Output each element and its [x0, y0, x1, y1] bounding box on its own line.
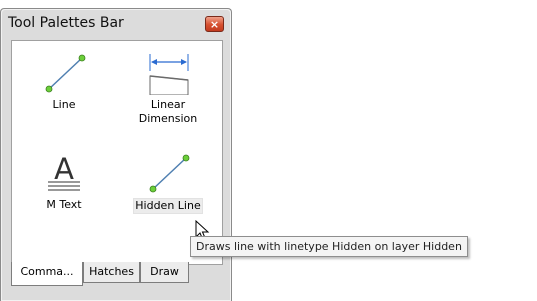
- tool-palettes-window: Tool Palettes Bar × Line Linear Dimensio…: [0, 8, 232, 301]
- tool-linear-dimension-label: Linear Dimension: [138, 98, 198, 125]
- tooltip-text: Draws line with linetype Hidden on layer…: [196, 240, 462, 253]
- window-title: Tool Palettes Bar: [8, 15, 124, 31]
- tab-draw-label: Draw: [150, 265, 179, 278]
- close-icon: ×: [209, 17, 220, 31]
- tab-hatches-label: Hatches: [89, 265, 134, 278]
- tool-mtext[interactable]: A M Text: [36, 151, 92, 212]
- tooltip: Draws line with linetype Hidden on layer…: [190, 236, 468, 257]
- tool-palette-content: Line Linear Dimension A M Text Hidden Li…: [11, 40, 223, 265]
- tool-mtext-label: M Text: [46, 198, 82, 211]
- tool-line-label: Line: [52, 98, 76, 111]
- tab-hatches[interactable]: Hatches: [83, 262, 140, 283]
- tool-line[interactable]: Line: [36, 51, 92, 112]
- line-icon: [45, 54, 86, 93]
- tab-commands-label: Comma...: [20, 265, 74, 278]
- tool-hidden-line[interactable]: Hidden Line: [126, 151, 210, 214]
- linear-dimension-icon: [149, 54, 189, 96]
- close-button[interactable]: ×: [205, 16, 224, 32]
- tab-draw[interactable]: Draw: [140, 262, 189, 283]
- mtext-icon: A: [48, 152, 80, 191]
- tool-linear-dimension[interactable]: Linear Dimension: [129, 51, 207, 126]
- tool-hidden-line-label: Hidden Line: [133, 198, 203, 214]
- tab-commands[interactable]: Comma...: [11, 262, 83, 286]
- palette-tabs: Comma... Hatches Draw: [11, 262, 223, 286]
- title-bar[interactable]: Tool Palettes Bar ×: [1, 9, 231, 38]
- mtext-glyph: A: [54, 152, 74, 186]
- hidden-line-icon: [149, 154, 190, 193]
